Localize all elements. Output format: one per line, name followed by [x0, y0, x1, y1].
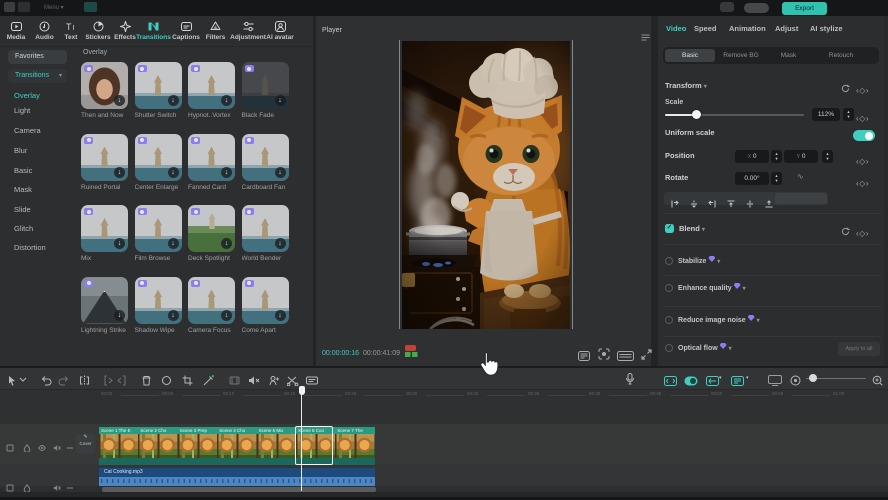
svg-text:I: I — [72, 25, 74, 32]
svg-text:T: T — [66, 22, 72, 32]
